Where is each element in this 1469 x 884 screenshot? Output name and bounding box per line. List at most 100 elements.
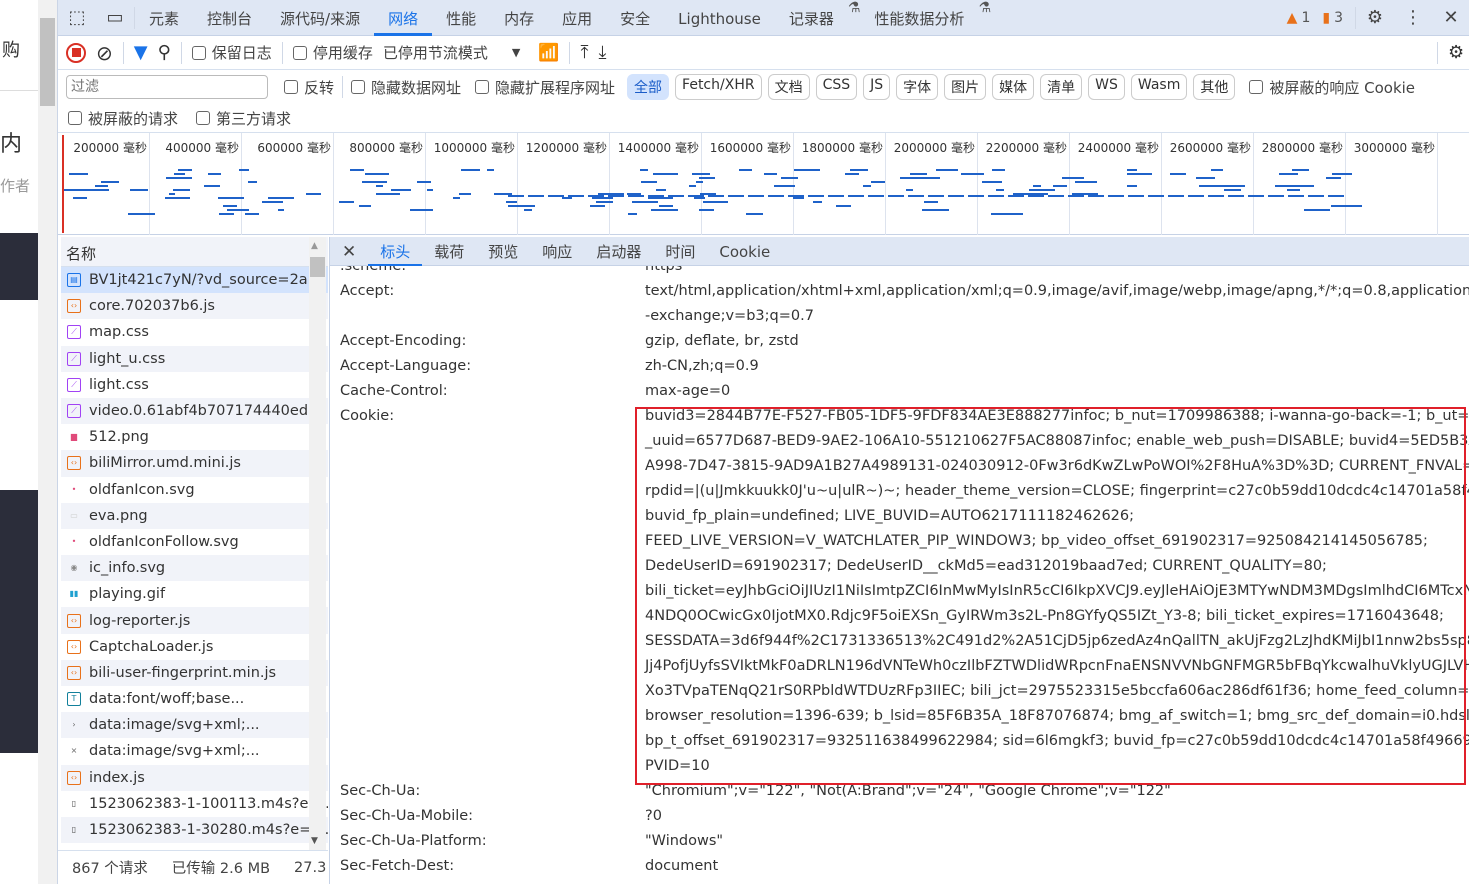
request-row[interactable]: ⟋ light_u.css xyxy=(61,345,328,372)
tab-9[interactable]: 记录器 xyxy=(775,0,848,36)
request-row[interactable]: ‹› bili-user-fingerprint.min.js xyxy=(61,659,328,686)
network-settings-icon[interactable]: ⚙ xyxy=(1448,42,1469,63)
request-row[interactable]: ▮▮ playing.gif xyxy=(61,581,328,607)
disable-cache-checkbox[interactable]: 停用缓存 xyxy=(292,42,373,63)
throttling-select[interactable]: 已停用节流模式 ▼ xyxy=(383,42,520,63)
detail-tab-5[interactable]: 时间 xyxy=(653,237,707,266)
inspect-element-icon[interactable]: ⬚ xyxy=(58,7,96,28)
type-filter-4[interactable]: JS xyxy=(863,74,891,100)
type-filter-7[interactable]: 媒体 xyxy=(992,74,1035,100)
blocked-response-cookies-checkbox[interactable]: 被屏蔽的响应 Cookie xyxy=(1249,77,1415,98)
request-row[interactable]: ▤ BV1jt421c7yN/?vd_source=2a... xyxy=(61,267,328,294)
detail-tab-0[interactable]: 标头 xyxy=(368,237,423,266)
tab-3[interactable]: 网络 xyxy=(374,0,433,36)
eye-file-icon: ◉ xyxy=(70,563,78,573)
css-file-icon: ⟋ xyxy=(67,351,81,366)
detail-tab-6[interactable]: Cookie xyxy=(707,237,782,266)
request-bar xyxy=(748,195,764,197)
type-filter-1[interactable]: Fetch/XHR xyxy=(675,74,762,100)
invert-checkbox[interactable]: 反转 xyxy=(284,77,334,98)
request-row[interactable]: ⟋ map.css xyxy=(61,319,328,345)
type-filter-11[interactable]: 其他 xyxy=(1193,74,1236,100)
detail-tab-1[interactable]: 载荷 xyxy=(422,237,476,266)
request-row[interactable]: • oldfanIcon.svg xyxy=(61,477,328,503)
close-details-icon[interactable]: ✕ xyxy=(330,237,368,266)
request-row[interactable]: ◉ ic_info.svg xyxy=(61,555,328,582)
record-stop-icon[interactable] xyxy=(66,42,86,63)
type-filter-6[interactable]: 图片 xyxy=(944,74,987,100)
request-row[interactable]: ▯ 1523062383-1-30280.m4s?e=i... xyxy=(61,816,328,844)
filter-input[interactable] xyxy=(66,75,268,99)
request-row[interactable]: ‹› core.702037b6.js xyxy=(61,293,328,320)
tab-10[interactable]: 性能数据分析 xyxy=(860,0,978,36)
name-column-header[interactable]: 名称 xyxy=(61,237,328,267)
tab-7[interactable]: 安全 xyxy=(606,0,664,36)
import-har-icon[interactable]: ⤒ xyxy=(580,42,588,63)
type-filter-9[interactable]: WS xyxy=(1088,74,1125,100)
request-bar xyxy=(366,173,390,175)
request-row[interactable]: ▆ 512.png xyxy=(61,424,328,450)
request-bar xyxy=(226,209,249,211)
request-bar xyxy=(1148,195,1164,197)
request-row[interactable]: ▭ eva.png xyxy=(61,502,328,529)
request-list-scrollbar[interactable]: ▲ ▼ xyxy=(309,237,326,850)
request-bar xyxy=(698,209,715,211)
type-filter-3[interactable]: CSS xyxy=(815,74,858,100)
tab-5[interactable]: 内存 xyxy=(490,0,548,36)
hide-extension-urls-checkbox[interactable]: 隐藏扩展程序网址 xyxy=(475,77,615,98)
page-scrollbar[interactable] xyxy=(38,0,57,884)
warning-count[interactable]: 1 xyxy=(1301,10,1310,26)
grid-line xyxy=(333,133,334,235)
device-toolbar-icon[interactable]: ▭ xyxy=(96,7,134,28)
request-row[interactable]: ‹› log-reporter.js xyxy=(61,607,328,634)
export-har-icon[interactable]: ⤓ xyxy=(598,42,606,63)
type-filter-5[interactable]: 字体 xyxy=(896,74,939,100)
request-row[interactable]: › data:image/svg+xml;... xyxy=(61,712,328,739)
type-filter-8[interactable]: 清单 xyxy=(1040,74,1083,100)
preserve-log-checkbox[interactable]: 保留日志 xyxy=(191,42,272,63)
page-text: 作者 xyxy=(0,177,31,195)
request-bar xyxy=(813,201,823,203)
tab-8[interactable]: Lighthouse xyxy=(664,0,775,36)
request-bar xyxy=(410,209,433,211)
third-party-checkbox[interactable]: 第三方请求 xyxy=(196,108,291,129)
request-bar xyxy=(1288,195,1304,197)
request-bar xyxy=(995,189,1005,191)
type-filter-0[interactable]: 全部 xyxy=(627,74,670,100)
tab-6[interactable]: 应用 xyxy=(548,0,606,36)
detail-tab-4[interactable]: 启动器 xyxy=(584,237,653,266)
blocked-requests-checkbox[interactable]: 被屏蔽的请求 xyxy=(68,108,178,129)
request-row[interactable]: ‹› CaptchaLoader.js xyxy=(61,634,328,660)
warning-icon[interactable]: ▲ xyxy=(1287,10,1298,26)
request-row[interactable]: ▯ 1523062383-1-100113.m4s?e=... xyxy=(61,791,328,817)
close-icon[interactable]: ✕ xyxy=(1432,7,1469,28)
search-icon[interactable]: ⚲ xyxy=(158,42,171,63)
request-bar xyxy=(608,195,624,197)
more-options-icon[interactable]: ⋮ xyxy=(1394,7,1432,28)
settings-gear-icon[interactable]: ⚙ xyxy=(1356,7,1394,28)
request-row[interactable]: • oldfanIconFollow.svg xyxy=(61,529,328,555)
request-row[interactable]: ‹› biliMirror.umd.mini.js xyxy=(61,450,328,477)
type-filter-10[interactable]: Wasm xyxy=(1130,74,1188,100)
detail-tab-3[interactable]: 响应 xyxy=(530,237,584,266)
error-count[interactable]: 3 xyxy=(1334,10,1343,26)
clear-icon[interactable]: ⊘ xyxy=(96,41,113,65)
filter-icon[interactable]: ▼ xyxy=(134,42,148,63)
network-conditions-icon[interactable]: 📶 xyxy=(538,43,559,63)
type-filter-2[interactable]: 文档 xyxy=(767,74,810,100)
tab-4[interactable]: 性能 xyxy=(432,0,490,36)
request-row[interactable]: ⟋ light.css xyxy=(61,372,328,398)
js-file-icon: ‹› xyxy=(67,665,81,680)
network-overview-timeline[interactable]: 200000 毫秒 400000 毫秒 600000 毫秒 800000 毫秒 1000… xyxy=(58,133,1469,235)
request-row[interactable]: Tdata:font/woff;base... xyxy=(61,686,328,712)
tab-1[interactable]: 控制台 xyxy=(193,0,266,36)
request-bar xyxy=(909,173,927,175)
tab-2[interactable]: 源代码/来源 xyxy=(266,0,374,36)
hide-data-urls-checkbox[interactable]: 隐藏数据网址 xyxy=(351,77,461,98)
request-row[interactable]: ⟋ video.0.61abf4b707174440ed7... xyxy=(61,397,328,425)
tab-0[interactable]: 元素 xyxy=(135,0,193,36)
error-icon[interactable]: ▮ xyxy=(1322,10,1330,26)
detail-tab-2[interactable]: 预览 xyxy=(476,237,530,266)
request-row[interactable]: ‹› index.js xyxy=(61,764,328,791)
request-row[interactable]: × data:image/svg+xml;... xyxy=(61,738,328,764)
